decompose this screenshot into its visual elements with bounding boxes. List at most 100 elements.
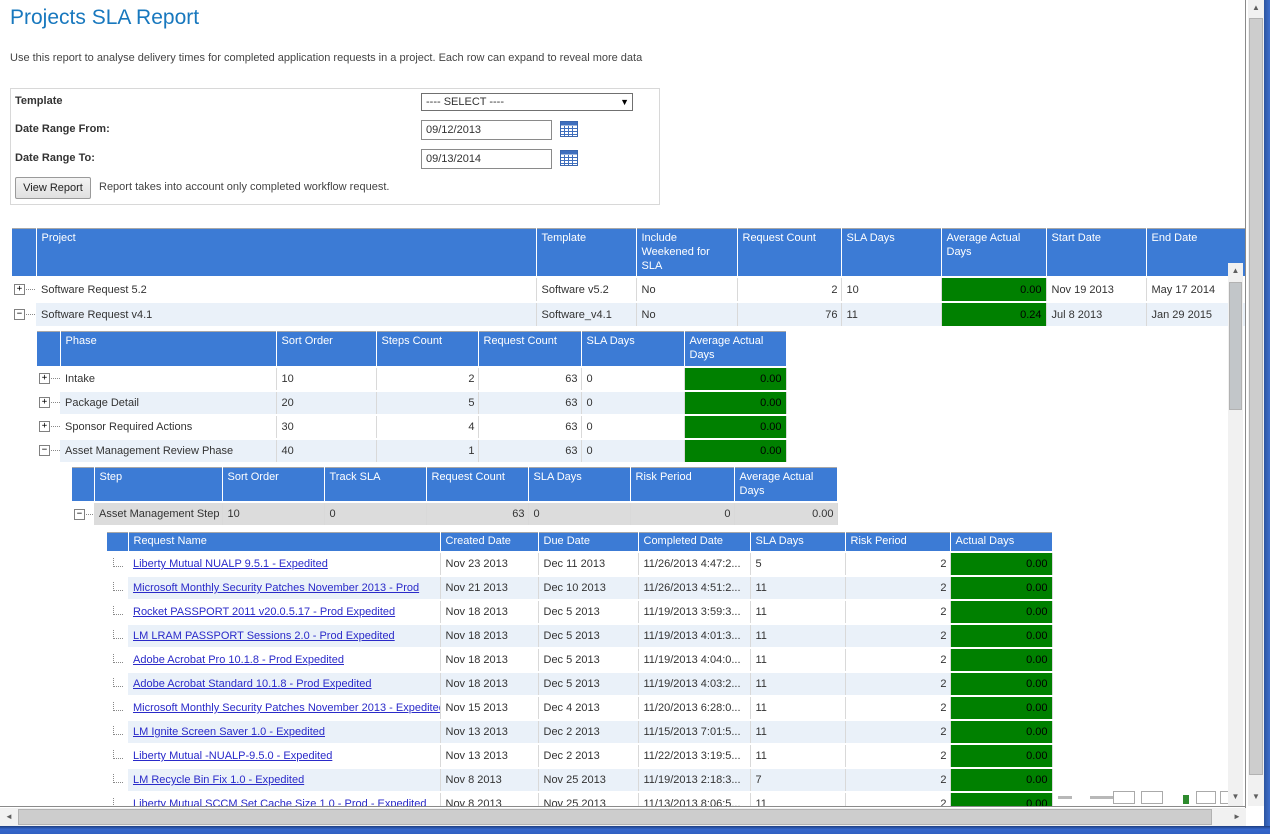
header-start-date: Start Date [1046,229,1146,278]
expand-toggle-icon[interactable]: + [14,284,25,295]
tree-connector-icon [113,606,123,615]
header-actual-days: Actual Days [950,533,1052,552]
cell-completed-date: 11/20/2013 6:28:0... [638,696,750,720]
header-sla-days: SLA Days [581,332,684,367]
table-row: − Asset Management Step 10 0 63 0 0 0.00 [72,502,837,526]
phases-table: Phase Sort Order Steps Count Request Cou… [37,331,787,464]
cell-due-date: Dec 4 2013 [538,696,638,720]
header-step: Step [94,467,222,502]
view-report-button[interactable]: View Report [15,177,91,199]
cell-created-date: Nov 8 2013 [440,768,538,792]
date-from-calendar-button[interactable] [559,121,579,139]
expand-toggle-icon[interactable]: + [39,397,50,408]
request-link[interactable]: LM LRAM PASSPORT Sessions 2.0 - Prod Exp… [133,630,395,642]
request-link[interactable]: Adobe Acrobat Standard 10.1.8 - Prod Exp… [133,678,372,690]
table-row: Rocket PASSPORT 2011 v20.0.5.17 - Prod E… [107,600,1052,624]
tree-cell: − [37,439,60,463]
header-sla-days: SLA Days [528,467,630,502]
cell-track-sla: 0 [324,502,426,526]
scrollbar-up-icon[interactable]: ▲ [1228,263,1243,280]
page-horizontal-scrollbar[interactable]: ◄ ► [0,808,1246,826]
cell-actual-days: 0.00 [950,768,1052,792]
request-link[interactable]: LM Recycle Bin Fix 1.0 - Expedited [133,774,304,786]
request-link[interactable]: Liberty Mutual SCCM Set Cache Size 1.0 -… [133,798,426,806]
template-label: Template [15,95,62,107]
cell-created-date: Nov 13 2013 [440,720,538,744]
cell-average-actual-days: 0.24 [941,302,1046,327]
date-to-calendar-button[interactable] [559,150,579,168]
cell-sort-order: 20 [276,391,376,415]
tree-connector-icon [26,311,35,315]
header-due-date: Due Date [538,533,638,552]
scrollbar-left-icon[interactable]: ◄ [0,808,18,826]
request-link[interactable]: Liberty Mutual -NUALP-9.5.0 - Expedited [133,750,332,762]
scrollbar-down-icon[interactable]: ▼ [1248,789,1264,806]
expand-toggle-icon[interactable]: + [39,373,50,384]
scrollbar-up-icon[interactable]: ▲ [1248,0,1264,17]
cell-risk-period: 2 [845,600,950,624]
date-from-input[interactable] [421,120,552,140]
cell-start-date: Nov 19 2013 [1046,277,1146,302]
cell-risk-period: 2 [845,792,950,806]
content-frame-border [1245,0,1246,826]
expand-toggle-icon[interactable]: − [14,309,25,320]
cell-request-count: 76 [737,302,841,327]
header-request-count: Request Count [478,332,581,367]
cell-request-name: Microsoft Monthly Security Patches Novem… [128,576,440,600]
page-vertical-scrollbar[interactable]: ▲ ▼ [1248,0,1264,806]
table-row: Liberty Mutual NUALP 9.5.1 - Expedited N… [107,552,1052,576]
date-to-label: Date Range To: [15,152,95,164]
cell-request-name: Adobe Acrobat Standard 10.1.8 - Prod Exp… [128,672,440,696]
grid-vertical-scrollbar[interactable]: ▲ ▼ [1228,263,1243,806]
scrollbar-thumb[interactable] [1249,18,1263,775]
scrollbar-right-icon[interactable]: ► [1228,808,1246,826]
cell-due-date: Dec 5 2013 [538,648,638,672]
tree-connector-icon [86,511,94,515]
page-title: Projects SLA Report [10,6,199,30]
cell-step: Asset Management Step [94,502,222,526]
header-template: Template [536,229,636,278]
header-risk-period: Risk Period [630,467,734,502]
cell-created-date: Nov 18 2013 [440,672,538,696]
tree-connector-icon [51,399,60,403]
cell-risk-period: 2 [845,648,950,672]
tree-cell [107,576,128,600]
header-sla-days: SLA Days [841,229,941,278]
scrollbar-thumb[interactable] [18,809,1212,825]
expand-toggle-icon[interactable]: − [39,445,50,456]
request-link[interactable]: LM Ignite Screen Saver 1.0 - Expedited [133,726,325,738]
template-select[interactable]: ---- SELECT ---- ▼ [421,93,633,111]
cell-risk-period: 2 [845,720,950,744]
request-link[interactable]: Microsoft Monthly Security Patches Novem… [133,582,419,594]
steps-table: Step Sort Order Track SLA Request Count … [72,467,838,528]
cell-created-date: Nov 18 2013 [440,648,538,672]
request-link[interactable]: Rocket PASSPORT 2011 v20.0.5.17 - Prod E… [133,606,395,618]
request-link[interactable]: Adobe Acrobat Pro 10.1.8 - Prod Expedite… [133,654,344,666]
scrollbar-down-icon[interactable]: ▼ [1228,789,1243,806]
cell-actual-days: 0.00 [950,552,1052,576]
cell-request-count: 63 [478,415,581,439]
expand-toggle-icon[interactable]: − [74,509,85,520]
cell-request-name: LM LRAM PASSPORT Sessions 2.0 - Prod Exp… [128,624,440,648]
cell-average-actual-days: 0.00 [684,367,786,391]
cell-sla-days: 11 [841,302,941,327]
cell-average-actual-days: 0.00 [941,277,1046,302]
header-average-actual-days: Average Actual Days [941,229,1046,278]
cell-due-date: Nov 25 2013 [538,768,638,792]
report-results: Project Template Include Weekened for SL… [12,228,1246,806]
cell-created-date: Nov 13 2013 [440,744,538,768]
expand-toggle-icon[interactable]: + [39,421,50,432]
header-track-sla: Track SLA [324,467,426,502]
scrollbar-thumb[interactable] [1229,282,1242,410]
request-link[interactable]: Liberty Mutual NUALP 9.5.1 - Expedited [133,558,328,570]
cell-actual-days: 0.00 [950,672,1052,696]
date-to-input[interactable] [421,149,552,169]
request-link[interactable]: Microsoft Monthly Security Patches Novem… [133,702,440,714]
cell-sla-days: 11 [750,696,845,720]
cell-steps-count: 4 [376,415,478,439]
cell-risk-period: 2 [845,768,950,792]
tree-cell [107,672,128,696]
tree-cell: + [12,277,36,302]
scrollbar-corner [1246,806,1264,826]
window-border [0,826,1270,834]
